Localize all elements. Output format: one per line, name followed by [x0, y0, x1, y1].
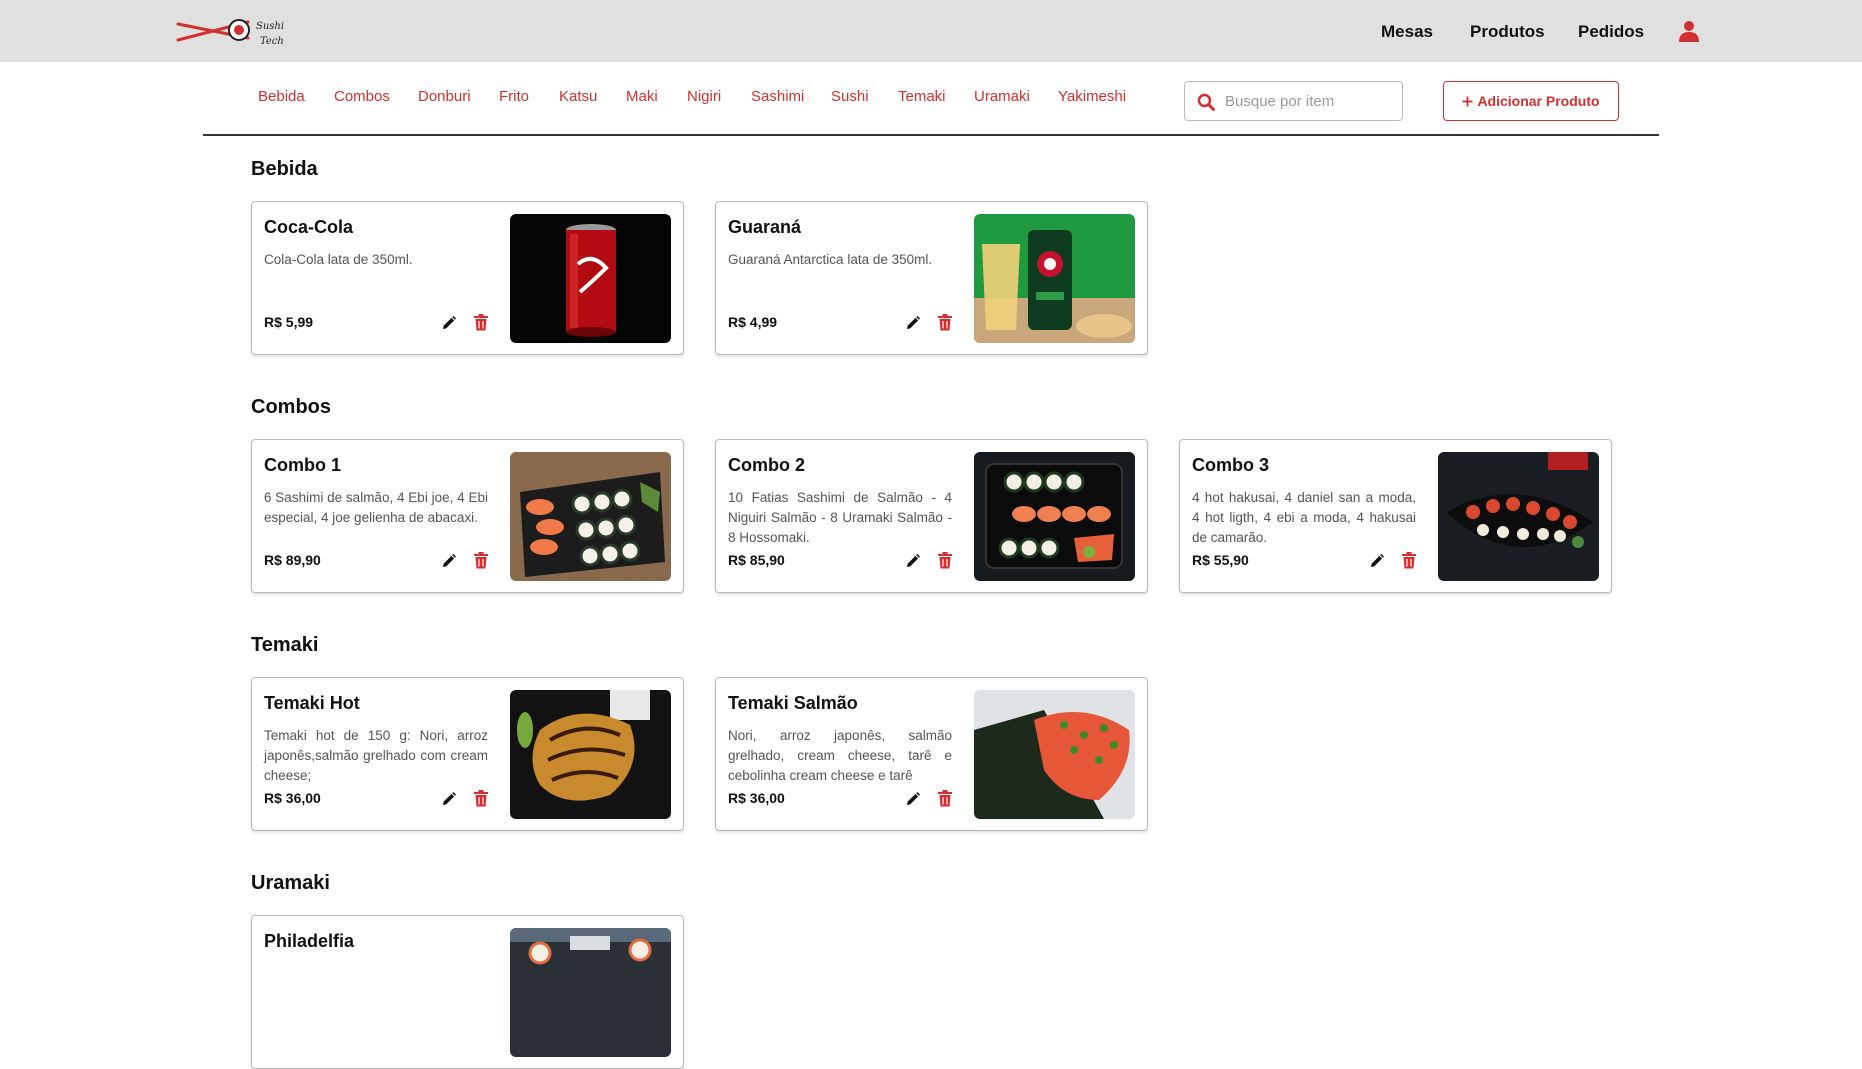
plus-icon [1462, 96, 1473, 106]
product-price: R$ 89,90 [264, 552, 321, 568]
product-image-combo-1 [510, 452, 671, 581]
product-image-combo-2 [974, 452, 1135, 581]
product-name: Coca-Cola [264, 217, 354, 237]
section-title-temaki: Temaki [251, 634, 319, 656]
product-description: 4 hot hakusai, 4 daniel san a moda, 4 ho… [1192, 490, 1416, 545]
product-price: R$ 36,00 [264, 790, 321, 806]
product-card[interactable]: Coca-Cola Cola-Cola lata de 350ml. R$ 5,… [251, 201, 684, 355]
product-image-philadelfia [510, 928, 671, 1057]
trash-icon[interactable] [473, 790, 489, 807]
product-price: R$ 85,90 [728, 552, 785, 568]
category-link-uramaki[interactable]: Uramaki [974, 88, 1030, 105]
product-card[interactable]: Combo 3 4 hot hakusai, 4 daniel san a mo… [1179, 439, 1612, 593]
product-price: R$ 55,90 [1192, 552, 1249, 568]
product-price: R$ 36,00 [728, 790, 785, 806]
search-box [1184, 81, 1403, 121]
product-price: R$ 4,99 [728, 314, 778, 330]
product-image-coca-cola [510, 214, 671, 343]
trash-icon[interactable] [937, 314, 953, 331]
sushi-tech-logo[interactable]: Sushi Tech [176, 12, 286, 50]
product-card[interactable]: Combo 2 10 Fatias Sashimi de Salmão - 4 … [715, 439, 1148, 593]
top-navbar: Sushi Tech Mesas Produtos Pedidos [0, 0, 1862, 62]
product-name: Combo 2 [728, 455, 806, 475]
product-card[interactable]: Temaki Hot Temaki hot de 150 g: Nori, ar… [251, 677, 684, 831]
search-input[interactable] [1225, 90, 1395, 112]
product-name: Temaki Salmão [728, 693, 858, 713]
nav-produtos[interactable]: Produtos [1470, 22, 1545, 42]
product-name: Combo 1 [264, 455, 342, 475]
product-image-combo-3 [1438, 452, 1599, 581]
category-link-nigiri[interactable]: Nigiri [687, 88, 721, 105]
category-link-combos[interactable]: Combos [334, 88, 390, 105]
section-title-uramaki: Uramaki [251, 872, 330, 894]
product-image-temaki-salmao [974, 690, 1135, 819]
category-link-frito[interactable]: Frito [499, 88, 529, 105]
add-product-label: Adicionar Produto [1477, 93, 1600, 109]
product-image-temaki-hot [510, 690, 671, 819]
category-link-sashimi[interactable]: Sashimi [751, 88, 804, 105]
nav-pedidos[interactable]: Pedidos [1578, 22, 1644, 42]
product-card[interactable]: Combo 1 6 Sashimi de salmão, 4 Ebi joe, … [251, 439, 684, 593]
product-image-guarana [974, 214, 1135, 343]
pencil-icon[interactable] [905, 791, 921, 807]
pencil-icon[interactable] [905, 553, 921, 569]
product-description: 10 Fatias Sashimi de Salmão - 4 Niguiri … [728, 490, 952, 545]
trash-icon[interactable] [473, 552, 489, 569]
user-icon[interactable] [1678, 20, 1700, 42]
pencil-icon[interactable] [441, 553, 457, 569]
category-link-temaki[interactable]: Temaki [898, 88, 946, 105]
search-icon [1197, 93, 1215, 111]
product-card[interactable]: Temaki Salmão Nori, arroz japonês, salmã… [715, 677, 1148, 831]
nav-mesas[interactable]: Mesas [1381, 22, 1433, 42]
trash-icon[interactable] [937, 790, 953, 807]
product-name: Temaki Hot [264, 693, 360, 713]
trash-icon[interactable] [1401, 552, 1417, 569]
pencil-icon[interactable] [441, 315, 457, 331]
add-product-button[interactable]: Adicionar Produto [1443, 81, 1619, 121]
trash-icon[interactable] [473, 314, 489, 331]
product-card[interactable]: Guaraná Guaraná Antarctica lata de 350ml… [715, 201, 1148, 355]
section-title-combos: Combos [251, 396, 331, 418]
category-bar: Bebida Combos Donburi Frito Katsu Maki N… [203, 62, 1659, 136]
product-description: Temaki hot de 150 g: Nori, arroz japonês… [264, 728, 488, 783]
product-description: Guaraná Antarctica lata de 350ml. [728, 252, 933, 267]
product-description: Nori, arroz japonês, salmão grelhado, cr… [728, 728, 952, 783]
section-title-bebida: Bebida [251, 158, 318, 180]
product-price: R$ 5,99 [264, 314, 314, 330]
category-link-maki[interactable]: Maki [626, 88, 658, 105]
pencil-icon[interactable] [441, 791, 457, 807]
product-name: Guaraná [728, 217, 802, 237]
product-description: Cola-Cola lata de 350ml. [264, 252, 413, 267]
pencil-icon[interactable] [1369, 553, 1385, 569]
logo-text-1: Sushi [256, 21, 284, 32]
category-link-katsu[interactable]: Katsu [559, 88, 597, 105]
category-link-bebida[interactable]: Bebida [258, 88, 305, 105]
product-name: Combo 3 [1192, 455, 1270, 475]
product-card[interactable]: Philadelfia [251, 915, 684, 1069]
logo-text-2: Tech [260, 36, 284, 47]
pencil-icon[interactable] [905, 315, 921, 331]
category-link-sushi[interactable]: Sushi [831, 88, 869, 105]
category-link-donburi[interactable]: Donburi [418, 88, 471, 105]
product-name: Philadelfia [264, 931, 355, 951]
trash-icon[interactable] [937, 552, 953, 569]
category-link-yakimeshi[interactable]: Yakimeshi [1058, 88, 1126, 105]
product-description: 6 Sashimi de salmão, 4 Ebi joe, 4 Ebi es… [264, 490, 488, 525]
